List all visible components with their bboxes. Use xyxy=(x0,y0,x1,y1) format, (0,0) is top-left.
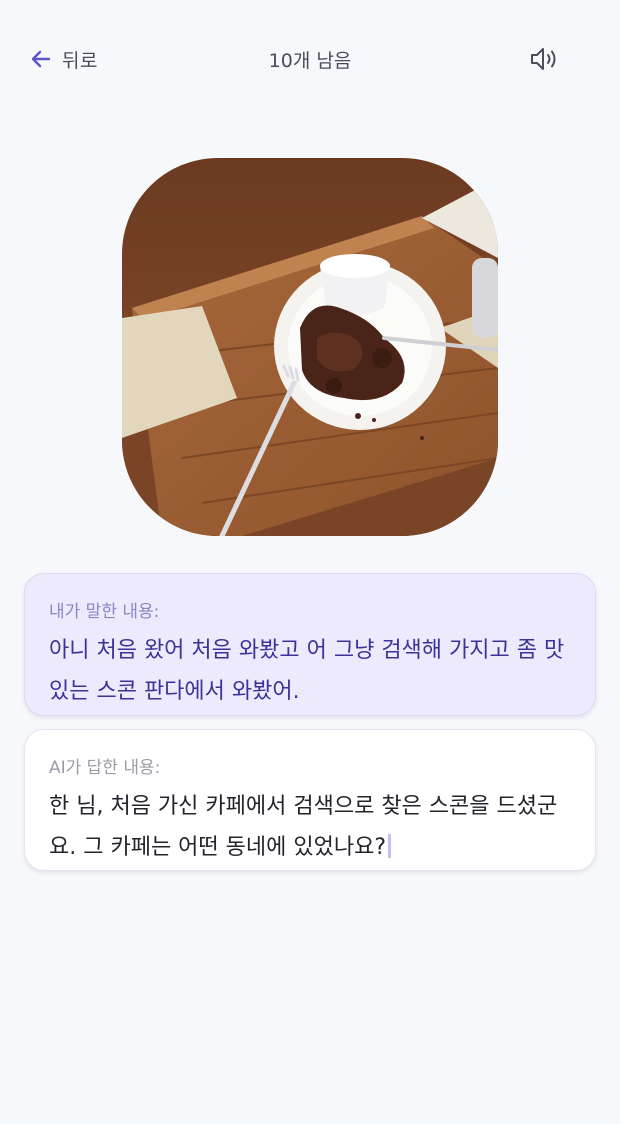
ai-response-text-wrap: 한 님, 처음 가신 카페에서 검색으로 찾은 스콘을 드셨군요. 그 카페는 … xyxy=(49,786,571,868)
food-photo xyxy=(122,158,498,536)
top-bar: 뒤로 10개 남음 xyxy=(0,0,620,118)
sound-button[interactable] xyxy=(528,44,560,74)
remaining-count-title: 10개 남음 xyxy=(268,50,352,72)
ai-response-card: AI가 답한 내용: 한 님, 처음 가신 카페에서 검색으로 찾은 스콘을 드… xyxy=(24,729,596,871)
photo-illustration xyxy=(122,158,498,536)
ai-response-label: AI가 답한 내용: xyxy=(49,758,161,778)
speaker-icon xyxy=(531,48,556,70)
user-speech-text: 아니 처음 왔어 처음 와봤고 어 그냥 검색해 가지고 좀 맛있는 스콘 판다… xyxy=(49,638,565,704)
typing-cursor xyxy=(388,834,391,858)
ai-response-text: 한 님, 처음 가신 카페에서 검색으로 찾은 스콘을 드셨군요. 그 카페는 … xyxy=(49,794,558,860)
user-speech-label: 내가 말한 내용: xyxy=(49,602,160,622)
user-speech-card: 내가 말한 내용: 아니 처음 왔어 처음 와봤고 어 그냥 검색해 가지고 좀… xyxy=(24,573,596,716)
